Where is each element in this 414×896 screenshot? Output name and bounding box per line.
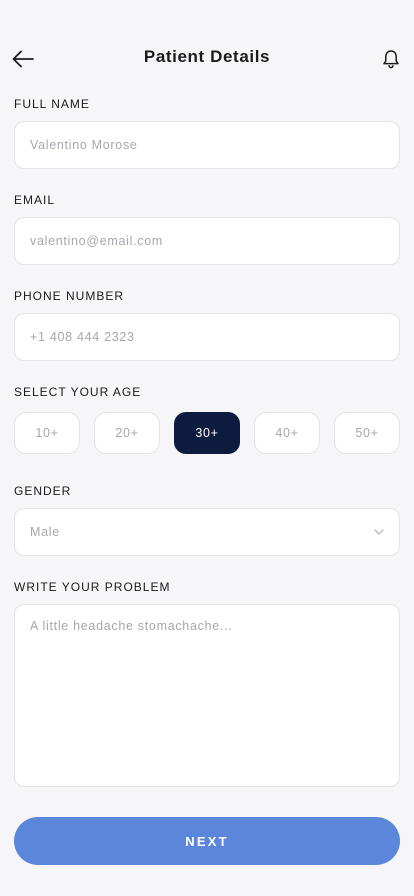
age-option-20[interactable]: 20+ xyxy=(94,412,160,454)
problem-label: WRITE YOUR PROBLEM xyxy=(14,580,171,594)
phone-label: PHONE NUMBER xyxy=(14,289,125,303)
bell-icon xyxy=(383,50,399,69)
phone-field-wrapper xyxy=(14,313,400,361)
age-option-10[interactable]: 10+ xyxy=(14,412,80,454)
full-name-input[interactable] xyxy=(30,138,384,152)
email-field-wrapper xyxy=(14,217,400,265)
patient-details-screen: Patient Details FULL NAME EMAIL PHONE NU… xyxy=(0,0,414,896)
age-option-40[interactable]: 40+ xyxy=(254,412,320,454)
age-options: 10+ 20+ 30+ 40+ 50+ xyxy=(14,412,400,454)
problem-textarea[interactable] xyxy=(30,619,384,772)
next-button[interactable]: NEXT xyxy=(14,817,400,865)
notifications-button[interactable] xyxy=(376,44,406,74)
email-input[interactable] xyxy=(30,234,384,248)
page-title: Patient Details xyxy=(143,47,271,66)
age-label: SELECT YOUR AGE xyxy=(14,385,142,399)
full-name-label: FULL NAME xyxy=(14,97,90,111)
gender-select[interactable]: Male xyxy=(14,508,400,556)
phone-input[interactable] xyxy=(30,330,384,344)
chevron-down-icon xyxy=(374,529,384,535)
full-name-field-wrapper xyxy=(14,121,400,169)
email-label: EMAIL xyxy=(14,193,56,207)
header: Patient Details xyxy=(0,36,414,80)
gender-selected-value: Male xyxy=(30,525,60,539)
problem-field-wrapper xyxy=(14,604,400,787)
age-option-30-selected[interactable]: 30+ xyxy=(174,412,240,454)
gender-label: GENDER xyxy=(14,484,72,498)
age-option-50[interactable]: 50+ xyxy=(334,412,400,454)
